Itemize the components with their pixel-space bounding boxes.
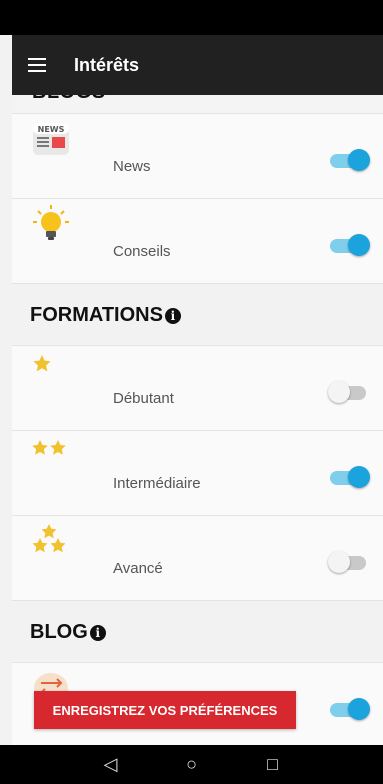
section-header-blog: BLOG i (12, 600, 383, 661)
recents-nav-icon[interactable]: □ (258, 754, 288, 775)
toggle-knob (348, 234, 370, 256)
section-title: BLOG (30, 621, 88, 643)
section-header-blogs-partial: BLOGS (32, 95, 106, 104)
save-preferences-button[interactable]: ENREGISTREZ VOS PRÉFÉRENCES (34, 691, 296, 729)
list-item-label: Avancé (113, 560, 163, 577)
section-header-formations: FORMATIONS i (12, 283, 383, 344)
list-item-label: Débutant (113, 390, 174, 407)
app-bar: Intérêts (12, 35, 383, 95)
news-icon: NEWS (32, 120, 70, 158)
toggle-knob (328, 551, 350, 573)
info-icon[interactable]: i (89, 624, 106, 641)
two-stars-icon (32, 437, 70, 475)
toggle-avance[interactable] (328, 551, 370, 573)
toggle-knob (328, 381, 350, 403)
list-item-news: NEWS News (12, 113, 383, 199)
status-bar (0, 0, 383, 35)
system-nav-bar: ◁ ○ □ (0, 745, 383, 784)
svg-text:NEWS: NEWS (38, 125, 65, 134)
hamburger-menu-icon[interactable] (28, 57, 50, 73)
section-title: FORMATIONS (30, 304, 163, 326)
one-star-icon (32, 352, 70, 390)
list-item-label: News (113, 158, 151, 175)
toggle-knob (348, 466, 370, 488)
list-item-intermediaire: Intermédiaire (12, 430, 383, 516)
toggle-intermediaire[interactable] (330, 466, 370, 488)
preferences-list[interactable]: BLOGS NEWS News (12, 95, 383, 745)
page-title: Intérêts (74, 54, 140, 75)
list-item-debutant: Débutant (12, 345, 383, 431)
three-stars-icon (32, 522, 70, 560)
list-item-label: Conseils (113, 243, 171, 260)
list-item-conseils: Conseils (12, 198, 383, 284)
back-nav-icon[interactable]: ◁ (96, 754, 126, 775)
home-nav-icon[interactable]: ○ (177, 754, 207, 775)
toggle-conseils[interactable] (330, 234, 370, 256)
toggle-blog-1[interactable] (330, 698, 370, 720)
toggle-debutant[interactable] (328, 381, 370, 403)
toggle-knob (348, 698, 370, 720)
toggle-news[interactable] (330, 149, 370, 171)
list-item-avance: Avancé (12, 515, 383, 601)
toggle-knob (348, 149, 370, 171)
list-item-label: Intermédiaire (113, 475, 201, 492)
info-icon[interactable]: i (164, 307, 181, 324)
lightbulb-icon (32, 205, 70, 243)
